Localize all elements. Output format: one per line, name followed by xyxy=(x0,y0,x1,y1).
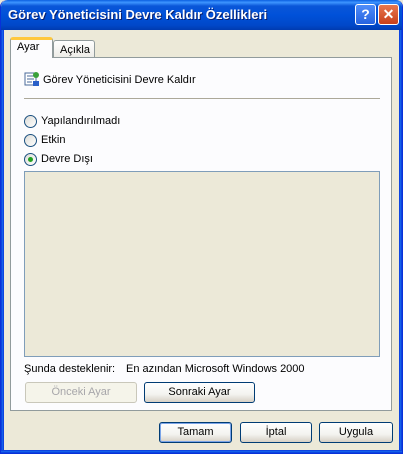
radio-label[interactable]: Yapılandırılmadı xyxy=(41,115,120,127)
cancel-button[interactable]: İptal xyxy=(240,422,312,443)
divider xyxy=(24,98,380,99)
close-button[interactable]: ✕ xyxy=(378,4,399,25)
radio-label[interactable]: Etkin xyxy=(41,134,65,146)
help-button[interactable]: ? xyxy=(355,4,376,25)
window-border-left xyxy=(1,30,4,453)
comment-area xyxy=(24,171,380,357)
title-bar[interactable]: Görev Yöneticisini Devre Kaldır Özellikl… xyxy=(1,0,402,30)
policy-name: Görev Yöneticisini Devre Kaldır xyxy=(43,74,196,86)
window-border-right xyxy=(399,30,402,453)
next-setting-button[interactable]: Sonraki Ayar xyxy=(144,382,255,403)
radio-button[interactable] xyxy=(24,115,37,128)
tab-explain[interactable]: Açıkla xyxy=(53,40,95,58)
window-border-bottom xyxy=(1,450,402,453)
window-title: Görev Yöneticisini Devre Kaldır Özellikl… xyxy=(8,7,268,22)
supported-on-value: En azından Microsoft Windows 2000 xyxy=(126,363,305,375)
setting-tab-panel: Görev Yöneticisini Devre Kaldır Yapıland… xyxy=(10,57,392,411)
properties-dialog: Görev Yöneticisini Devre Kaldır Özellikl… xyxy=(0,0,403,454)
supported-on-label: Şunda desteklenir: xyxy=(24,363,116,375)
radio-button-selected[interactable] xyxy=(24,153,37,166)
radio-label[interactable]: Devre Dışı xyxy=(41,153,93,165)
ok-button[interactable]: Tamam xyxy=(159,422,232,443)
radio-button[interactable] xyxy=(24,134,37,147)
apply-button[interactable]: Uygula xyxy=(319,422,393,443)
previous-setting-button[interactable]: Önceki Ayar xyxy=(25,382,137,403)
policy-settings-icon xyxy=(24,72,39,86)
tab-setting[interactable]: Ayar xyxy=(10,37,53,58)
